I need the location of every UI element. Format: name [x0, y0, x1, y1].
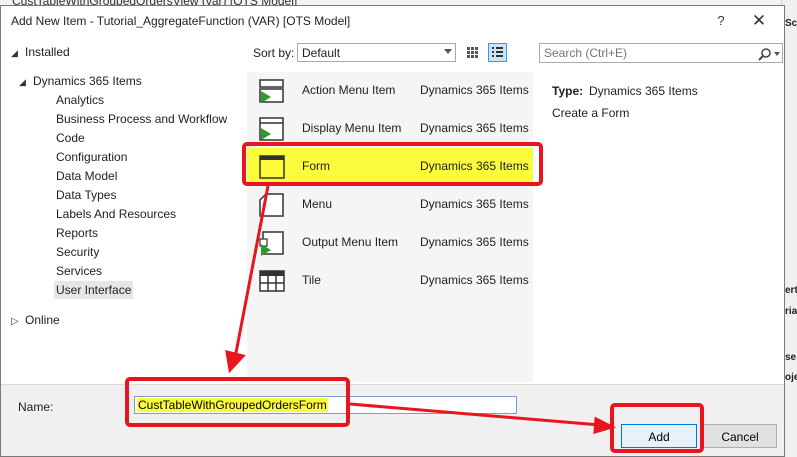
grid-view-icon	[467, 47, 478, 58]
template-category-tree: ◢ Installed ◢ Dynamics 365 Items Analytics…	[1, 41, 241, 381]
list-item-category: Dynamics 365 Items	[420, 273, 529, 287]
dialog-titlebar[interactable]: Add New Item - Tutorial_AggregateFunctio…	[1, 6, 784, 37]
type-value: Dynamics 365 Items	[589, 84, 698, 98]
search-icon[interactable]	[758, 47, 772, 61]
list-item-name: Menu	[302, 197, 333, 211]
background-fragment: oje	[785, 372, 797, 383]
expand-arrow-icon[interactable]: ▷	[11, 313, 25, 331]
tree-item-analytics[interactable]: Analytics	[54, 91, 106, 109]
list-item-tile[interactable]: Tile Dynamics 365 Items	[247, 262, 533, 300]
background-fragment: Sc	[785, 18, 797, 29]
item-template-list: Action Menu Item Dynamics 365 Items Disp…	[247, 72, 533, 382]
name-label: Name:	[18, 400, 54, 414]
form-highlight-annotation	[242, 142, 543, 186]
output-menu-item-icon	[259, 231, 284, 256]
sort-by-label: Sort by:	[253, 46, 295, 60]
list-item-action-menu-item[interactable]: Action Menu Item Dynamics 365 Items	[247, 72, 533, 110]
tree-item-user-interface[interactable]: User Interface	[54, 281, 134, 299]
collapse-arrow-icon[interactable]: ◢	[11, 44, 25, 62]
tree-node-online[interactable]: ▷ Online	[11, 311, 60, 329]
search-options-chevron-icon[interactable]	[774, 52, 780, 56]
list-item-category: Dynamics 365 Items	[420, 83, 529, 97]
tile-icon	[259, 270, 285, 292]
menu-icon	[259, 193, 284, 217]
tree-item-services[interactable]: Services	[54, 262, 104, 280]
list-item-category: Dynamics 365 Items	[420, 197, 529, 211]
item-description: Create a Form	[552, 106, 630, 120]
list-item-name: Action Menu Item	[302, 83, 396, 97]
type-label: Type:	[552, 84, 584, 98]
name-highlight-annotation	[125, 377, 350, 427]
tree-item-reports[interactable]: Reports	[54, 224, 100, 242]
list-item-category: Dynamics 365 Items	[420, 121, 529, 135]
list-item-menu[interactable]: Menu Dynamics 365 Items	[247, 186, 533, 224]
list-view-button[interactable]	[488, 43, 507, 62]
search-input[interactable]	[540, 44, 758, 62]
search-box[interactable]	[539, 43, 783, 63]
add-new-item-dialog: Add New Item - Tutorial_AggregateFunctio…	[0, 5, 785, 457]
add-button-highlight-annotation	[610, 403, 704, 453]
tree-node-label: Online	[25, 313, 60, 327]
tree-node-label: Dynamics 365 Items	[33, 74, 142, 88]
tree-item-labels-and-resources[interactable]: Labels And Resources	[54, 205, 178, 223]
action-menu-item-icon	[259, 79, 284, 103]
list-item-name: Display Menu Item	[302, 121, 402, 135]
tree-item-configuration[interactable]: Configuration	[54, 148, 129, 166]
collapse-arrow-icon[interactable]: ◢	[19, 73, 33, 91]
grid-view-button[interactable]	[463, 43, 482, 62]
tree-node-dynamics-365-items[interactable]: ◢ Dynamics 365 Items	[19, 72, 142, 90]
sort-by-dropdown[interactable]: Default	[297, 43, 456, 62]
list-item-category: Dynamics 365 Items	[420, 235, 529, 249]
item-detail-pane: Type: Dynamics 365 Items Create a Form	[539, 72, 784, 382]
background-fragment: se	[785, 352, 797, 363]
list-view-icon	[492, 47, 503, 57]
list-item-output-menu-item[interactable]: Output Menu Item Dynamics 365 Items	[247, 224, 533, 262]
tree-item-data-types[interactable]: Data Types	[54, 186, 118, 204]
tree-item-data-model[interactable]: Data Model	[54, 167, 119, 185]
list-item-name: Output Menu Item	[302, 235, 399, 249]
list-item-name: Tile	[302, 273, 321, 287]
chevron-down-icon	[444, 49, 452, 54]
dialog-title: Add New Item - Tutorial_AggregateFunctio…	[11, 14, 351, 28]
help-button[interactable]: ?	[707, 10, 735, 32]
tree-node-installed[interactable]: ◢ Installed	[11, 43, 70, 61]
cancel-button[interactable]: Cancel	[703, 424, 777, 448]
display-menu-item-icon	[259, 117, 284, 141]
tree-item-security[interactable]: Security	[54, 243, 101, 261]
close-button[interactable]: ✕	[741, 10, 777, 32]
background-fragment: ria	[785, 306, 797, 317]
tree-node-label: Installed	[25, 45, 70, 59]
sort-by-value: Default	[302, 46, 341, 60]
tree-item-code[interactable]: Code	[54, 129, 87, 147]
background-fragment: ert	[785, 285, 797, 296]
tree-item-business-process-and-workflow[interactable]: Business Process and Workflow	[54, 110, 229, 128]
